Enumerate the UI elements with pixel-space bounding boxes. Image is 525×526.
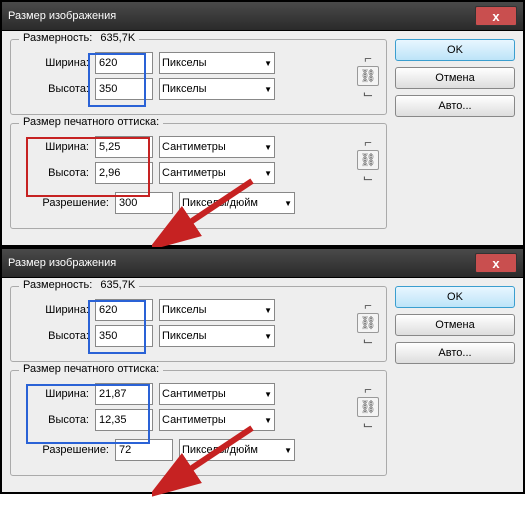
dimensions-value: 635,7K: [100, 279, 135, 291]
window-title: Размер изображения: [8, 257, 116, 269]
link-icon[interactable]: ⌐⛓⌙: [358, 303, 378, 343]
chevron-down-icon: ▼: [284, 446, 292, 455]
pixel-dimensions-group: Размерность:635,7K Ширина: Пикселы▼ Высо…: [10, 39, 387, 115]
resolution-label: Разрешение:: [19, 444, 115, 456]
chevron-down-icon: ▼: [264, 85, 272, 94]
ok-button[interactable]: OK: [395, 286, 515, 308]
print-width-unit-select[interactable]: Сантиметры▼: [159, 383, 275, 405]
pixel-height-input[interactable]: [95, 325, 153, 347]
close-button[interactable]: x: [475, 253, 517, 273]
print-width-input[interactable]: [95, 136, 153, 158]
print-group-label: Размер печатного оттиска:: [19, 363, 163, 375]
chevron-down-icon: ▼: [264, 416, 272, 425]
print-height-label: Высота:: [19, 414, 95, 426]
chevron-down-icon: ▼: [264, 169, 272, 178]
resolution-unit-select[interactable]: Пикселы/дюйм▼: [179, 192, 295, 214]
print-width-label: Ширина:: [19, 388, 95, 400]
close-button[interactable]: x: [475, 6, 517, 26]
print-height-unit-select[interactable]: Сантиметры▼: [159, 162, 275, 184]
print-size-group: Размер печатного оттиска: Ширина: Сантим…: [10, 370, 387, 476]
resolution-input[interactable]: [115, 439, 173, 461]
cancel-button[interactable]: Отмена: [395, 67, 515, 89]
print-height-label: Высота:: [19, 167, 95, 179]
resolution-input[interactable]: [115, 192, 173, 214]
resolution-label: Разрешение:: [19, 197, 115, 209]
cancel-button[interactable]: Отмена: [395, 314, 515, 336]
height-label: Высота:: [19, 330, 95, 342]
print-height-unit-select[interactable]: Сантиметры▼: [159, 409, 275, 431]
print-size-group: Размер печатного оттиска: Ширина: Сантим…: [10, 123, 387, 229]
pixel-dimensions-group: Размерность:635,7K Ширина: Пикселы▼ Высо…: [10, 286, 387, 362]
chevron-down-icon: ▼: [264, 59, 272, 68]
print-height-input[interactable]: [95, 409, 153, 431]
pixel-height-unit-select[interactable]: Пикселы▼: [159, 325, 275, 347]
print-width-unit-select[interactable]: Сантиметры▼: [159, 136, 275, 158]
pixel-width-input[interactable]: [95, 299, 153, 321]
dimensions-label: Размерность:: [23, 279, 92, 291]
link-icon[interactable]: ⌐⛓⌙: [358, 387, 378, 427]
chevron-down-icon: ▼: [264, 143, 272, 152]
titlebar: Размер изображения x: [2, 249, 523, 278]
pixel-height-unit-select[interactable]: Пикселы▼: [159, 78, 275, 100]
pixel-width-unit-select[interactable]: Пикселы▼: [159, 52, 275, 74]
auto-button[interactable]: Авто...: [395, 342, 515, 364]
pixel-height-input[interactable]: [95, 78, 153, 100]
width-label: Ширина:: [19, 304, 95, 316]
print-width-label: Ширина:: [19, 141, 95, 153]
width-label: Ширина:: [19, 57, 95, 69]
auto-button[interactable]: Авто...: [395, 95, 515, 117]
pixel-width-input[interactable]: [95, 52, 153, 74]
height-label: Высота:: [19, 83, 95, 95]
titlebar: Размер изображения x: [2, 2, 523, 31]
image-size-dialog-2: Размер изображения x Размерность:635,7K …: [0, 247, 525, 494]
print-group-label: Размер печатного оттиска:: [19, 116, 163, 128]
dimensions-value: 635,7K: [100, 32, 135, 44]
print-height-input[interactable]: [95, 162, 153, 184]
print-width-input[interactable]: [95, 383, 153, 405]
window-title: Размер изображения: [8, 10, 116, 22]
ok-button[interactable]: OK: [395, 39, 515, 61]
link-icon[interactable]: ⌐⛓⌙: [358, 56, 378, 96]
pixel-width-unit-select[interactable]: Пикселы▼: [159, 299, 275, 321]
chevron-down-icon: ▼: [264, 306, 272, 315]
link-icon[interactable]: ⌐⛓⌙: [358, 140, 378, 180]
chevron-down-icon: ▼: [264, 332, 272, 341]
image-size-dialog-1: Размер изображения x Размерность:635,7K …: [0, 0, 525, 247]
chevron-down-icon: ▼: [284, 199, 292, 208]
chevron-down-icon: ▼: [264, 390, 272, 399]
resolution-unit-select[interactable]: Пикселы/дюйм▼: [179, 439, 295, 461]
dimensions-label: Размерность:: [23, 32, 92, 44]
